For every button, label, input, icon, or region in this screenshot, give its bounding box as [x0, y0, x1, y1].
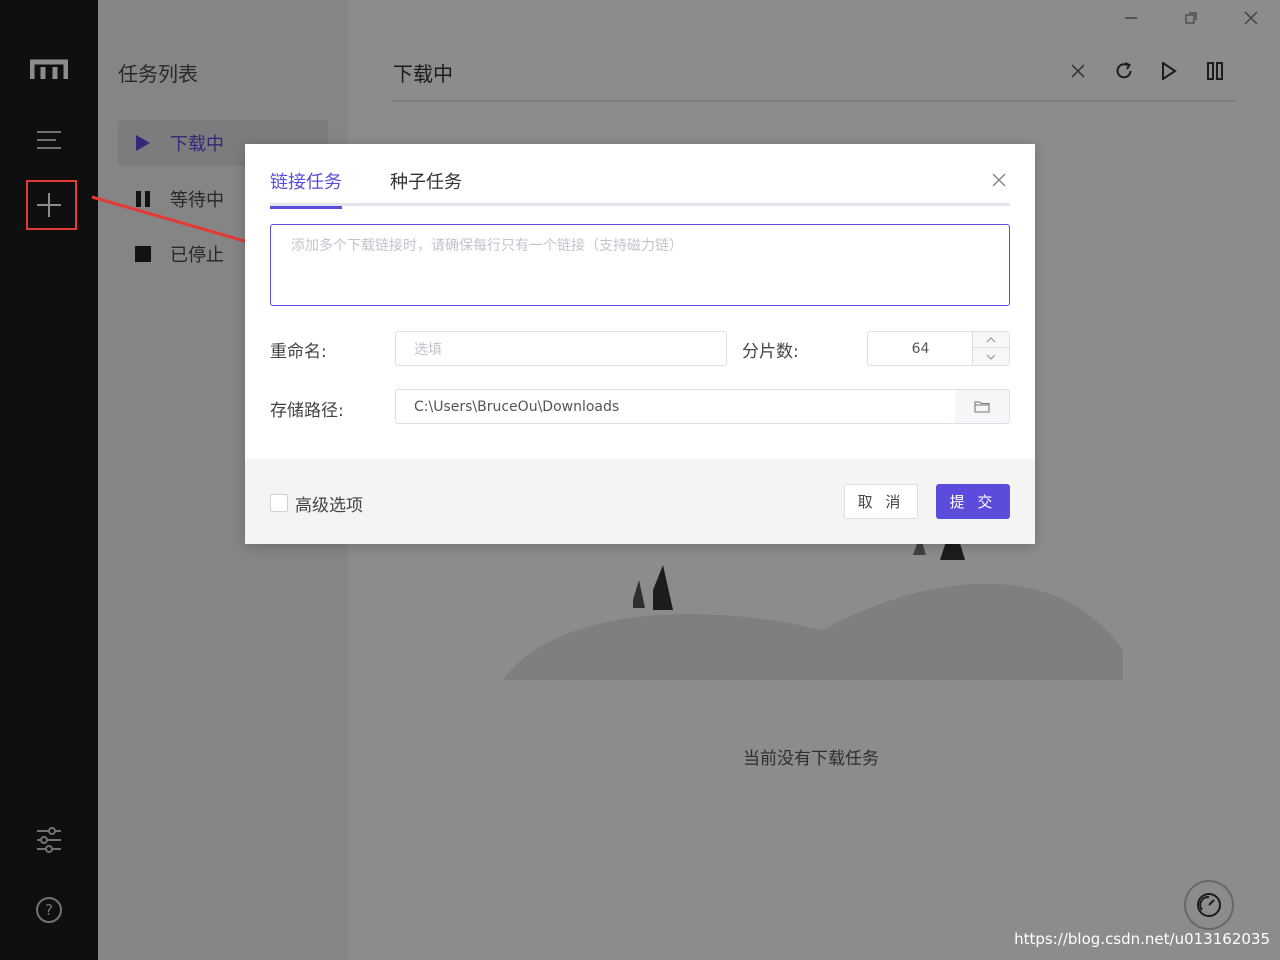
browse-folder-button[interactable]	[955, 389, 1010, 424]
save-path-input[interactable]: C:\Users\BruceOu\Downloads	[395, 389, 956, 424]
watermark: https://blog.csdn.net/u013162035	[1014, 930, 1270, 948]
cancel-button[interactable]: 取 消	[844, 484, 918, 519]
rename-label: 重命名:	[270, 342, 327, 362]
advanced-options-checkbox[interactable]	[270, 494, 288, 512]
increment-button[interactable]	[973, 332, 1009, 348]
rename-input[interactable]: 选填	[395, 331, 727, 366]
tab-link-task[interactable]: 链接任务	[270, 170, 342, 209]
chevron-down-icon	[986, 354, 996, 360]
submit-button[interactable]: 提 交	[936, 484, 1010, 519]
path-label: 存储路径:	[270, 401, 344, 421]
annotation-highlight-box	[26, 180, 77, 230]
decrement-button[interactable]	[973, 349, 1009, 365]
new-task-dialog: 链接任务 种子任务 重命名: 选填 分片数: 64 存储路径: C:\Users…	[245, 144, 1035, 544]
stepper-arrows	[972, 332, 1009, 365]
chevron-up-icon	[986, 336, 996, 342]
dialog-close-button[interactable]	[987, 168, 1011, 192]
advanced-options-label[interactable]: 高级选项	[295, 491, 363, 516]
close-icon	[992, 173, 1006, 187]
split-count-value[interactable]: 64	[868, 332, 973, 365]
url-input[interactable]	[270, 224, 1010, 306]
dialog-tabs: 链接任务 种子任务	[270, 170, 1010, 209]
dialog-footer: 高级选项 取 消 提 交	[245, 459, 1035, 544]
folder-icon	[974, 401, 990, 413]
split-label: 分片数:	[742, 342, 799, 362]
tab-torrent-task[interactable]: 种子任务	[390, 170, 462, 206]
split-count-stepper[interactable]: 64	[867, 331, 1010, 366]
